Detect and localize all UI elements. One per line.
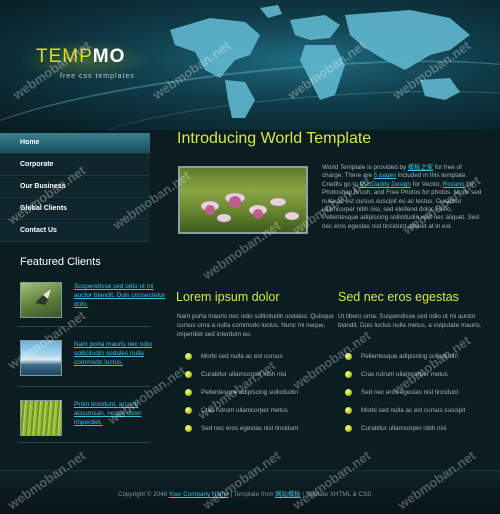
bullet-icon (185, 353, 192, 360)
list-item: Cras rutrum ullamcorper metus (345, 370, 465, 388)
footer-text: Copyright © 2048 Your Company Name | Tem… (118, 489, 372, 498)
bullet-icon (345, 353, 352, 360)
column1-list: Morbi sed nulla ac est cursus Curabitur … (185, 352, 298, 442)
footer: Copyright © 2048 Your Company Name | Tem… (0, 470, 500, 514)
bullet-icon (185, 425, 192, 432)
intro-text: World Template is provided by 模板之家 for f… (322, 164, 482, 231)
list-item: Curabitur ullamcorper nibh nisi (185, 370, 298, 388)
client-link[interactable]: Proin tincidunt, arcu id accumsan, neque… (74, 400, 166, 427)
divider (18, 442, 150, 443)
intro-link-rozario[interactable]: Rozario (443, 181, 465, 188)
footer-copyright: Copyright © 2048 (118, 491, 169, 498)
list-item-text: Morbi sed nulla ac est cursus suscipit (361, 407, 466, 414)
bullet-icon (345, 371, 352, 378)
list-item-text: Pellentesque adipiscing sollicitudin (361, 353, 458, 360)
nav-item-home[interactable]: Home (0, 133, 150, 154)
nav-item-contact-us[interactable]: Contact Us (0, 221, 150, 242)
footer-template-link[interactable]: 网站模板 (275, 491, 300, 498)
client-item: Proin tincidunt, arcu id accumsan, neque… (18, 400, 158, 438)
nav-item-our-business[interactable]: Our Business (0, 177, 150, 198)
footer-company-link[interactable]: Your Company Name (169, 491, 229, 498)
header: TEMPMO free css templates (0, 0, 500, 130)
logo[interactable]: TEMPMO (36, 46, 125, 68)
intro-link-pages[interactable]: 5 pages (374, 172, 396, 179)
client-link[interactable]: Suspendisse sed odio ut mi auctor blandi… (74, 282, 166, 309)
list-item: Pellentesque adipiscing sollicitudin (345, 352, 465, 370)
list-item-text: Cras rutrum ullamcorper metus (201, 407, 288, 414)
nav-item-corporate[interactable]: Corporate (0, 155, 150, 176)
list-item-text: Morbi sed nulla ac est cursus (201, 353, 283, 360)
list-item: Morbi sed nulla ac est cursus suscipit (345, 406, 465, 424)
logo-part2: MO (92, 46, 126, 67)
list-item-text: Cras rutrum ullamcorper metus (361, 371, 448, 378)
list-item-text: Curabitur ullamcorper nibh nisi (201, 371, 287, 378)
list-item-text: Curabitur ullamcorper nibh nisi (361, 425, 447, 432)
list-item: Sed nec eros egestas nisl tincidunt (345, 388, 465, 406)
list-item-text: Sed nec eros egestas nisl tincidunt (201, 425, 299, 432)
footer-separator: | Template from (228, 491, 276, 498)
bullet-icon (345, 389, 352, 396)
column2-list: Pellentesque adipiscing sollicitudin Cra… (345, 352, 465, 442)
client-item: Nam porta mauris nec odio sollicitudin s… (18, 340, 158, 378)
bullet-icon (345, 407, 352, 414)
list-item: Morbi sed nulla ac est cursus (185, 352, 298, 370)
client-thumbnail[interactable] (20, 282, 62, 318)
list-item: Pellentesque adipiscing sollicitudin (185, 388, 298, 406)
client-thumbnail[interactable] (20, 400, 62, 436)
logo-part1: TEMP (36, 46, 93, 67)
main-content: Introducing World Template World Templat… (165, 130, 500, 470)
client-link[interactable]: Nam porta mauris nec odio sollicitudin s… (74, 340, 166, 367)
hero-image (178, 166, 308, 234)
nav-item-global-clients[interactable]: Global Clients (0, 199, 150, 220)
bullet-icon (185, 389, 192, 396)
footer-validate: | Validate XHTML & CSS (300, 491, 372, 498)
list-item: Sed nec eros egestas nisl tincidunt (185, 424, 298, 442)
list-item: Cras rutrum ullamcorper metus (185, 406, 298, 424)
divider (18, 386, 150, 387)
intro-title: Introducing World Template (177, 130, 372, 147)
world-map-graphic (170, 5, 470, 118)
intro-text-segment: World Template is provided by (322, 164, 408, 171)
intro-link-macdaddy[interactable]: MacDaddy Design (359, 181, 410, 188)
bullet-icon (185, 407, 192, 414)
intro-text-segment: for Photoshop Brush, and Free Photos for… (322, 180, 482, 230)
featured-clients-title: Featured Clients (20, 256, 101, 268)
bullet-icon (345, 425, 352, 432)
main-navigation: Home Corporate Our Business Global Clien… (0, 133, 150, 243)
client-item: Suspendisse sed odio ut mi auctor blandi… (18, 282, 165, 320)
list-item: Curabitur ullamcorper nibh nisi (345, 424, 465, 442)
intro-link-provider[interactable]: 模板之家 (408, 164, 433, 171)
list-item-text: Sed nec eros egestas nisl tincidunt (361, 389, 459, 396)
intro-text-segment: for Vector, (410, 180, 443, 188)
column1-text: Nam porta mauris nec odio sollicitudin s… (177, 313, 334, 338)
column1-heading: Lorem ipsum dolor (176, 290, 280, 304)
bullet-icon (185, 371, 192, 378)
client-thumbnail[interactable] (20, 340, 62, 376)
divider (18, 326, 150, 327)
list-item-text: Pellentesque adipiscing sollicitudin (201, 389, 298, 396)
column2-text: Ut libero urna. Suspendisse sed odio ut … (338, 313, 482, 329)
tagline: free css templates (60, 73, 135, 80)
column2-heading: Sed nec eros egestas (338, 290, 459, 304)
